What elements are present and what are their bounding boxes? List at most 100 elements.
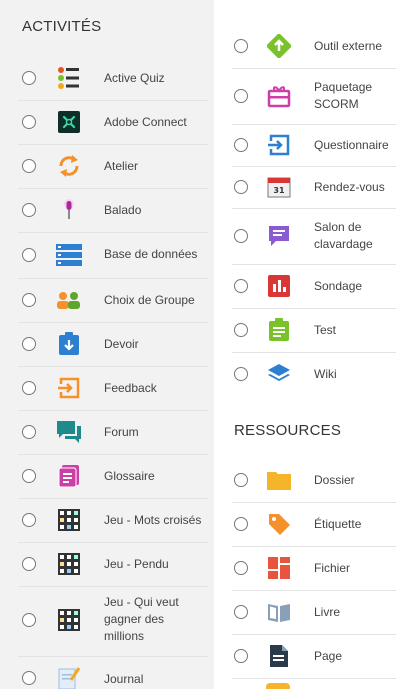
radio-button[interactable]: [234, 138, 248, 152]
radio-button[interactable]: [234, 39, 248, 53]
activity-label: Sondage: [314, 279, 363, 293]
journal-icon: [56, 665, 82, 689]
radio-button[interactable]: [22, 248, 36, 262]
jeu-icon: [56, 551, 82, 577]
activity-label: Paquetage SCORM: [314, 80, 373, 111]
devoir-icon: [56, 331, 82, 357]
radio-button[interactable]: [234, 605, 248, 619]
radio-button[interactable]: [234, 561, 248, 575]
resource-item-dossier[interactable]: Dossier: [214, 460, 396, 500]
dossier-icon: [266, 467, 292, 493]
activity-item-adobe-connect[interactable]: Adobe Connect: [0, 102, 208, 142]
base-de-donnees-icon: [56, 242, 82, 268]
radio-button[interactable]: [234, 473, 248, 487]
activity-label: Glossaire: [104, 469, 155, 483]
activity-item-atelier[interactable]: Atelier: [0, 146, 208, 186]
adobe-connect-icon: [56, 109, 82, 135]
radio-button[interactable]: [234, 649, 248, 663]
activity-item-devoir[interactable]: Devoir: [0, 324, 208, 364]
resource-item-etiquette[interactable]: Étiquette: [214, 504, 396, 544]
rendez-vous-icon: 31: [266, 174, 292, 200]
activity-item-journal[interactable]: Journal: [0, 660, 208, 689]
radio-button[interactable]: [22, 513, 36, 527]
activity-item-choix-de-groupe[interactable]: Choix de Groupe: [0, 280, 208, 320]
radio-button[interactable]: [22, 671, 36, 685]
radio-button[interactable]: [234, 89, 248, 103]
activity-label: Forum: [104, 425, 139, 439]
radio-button[interactable]: [234, 517, 248, 531]
resource-label: Dossier: [314, 473, 355, 487]
radio-button[interactable]: [22, 469, 36, 483]
radio-button[interactable]: [22, 203, 36, 217]
radio-button[interactable]: [22, 337, 36, 351]
activity-item-active-quiz[interactable]: Active Quiz: [0, 58, 208, 98]
radio-button[interactable]: [234, 367, 248, 381]
balado-icon: [56, 197, 82, 223]
wiki-icon: [266, 361, 292, 387]
activity-item-salon-de-clavardage[interactable]: Salon de clavardage: [214, 210, 396, 262]
resource-item-livre[interactable]: Livre: [214, 592, 396, 632]
activity-item-jeu-millions[interactable]: Jeu - Qui veut gagner des millions: [0, 588, 208, 652]
activity-label: Salon de clavardage: [314, 220, 373, 251]
activity-item-base-de-donnees[interactable]: Base de données: [0, 234, 208, 276]
activity-item-rendez-vous[interactable]: 31 Rendez-vous: [214, 168, 396, 206]
radio-button[interactable]: [22, 159, 36, 173]
choix-de-groupe-icon: [56, 287, 82, 313]
activity-label: Devoir: [104, 337, 139, 351]
forum-icon: [56, 419, 82, 445]
activity-item-paquetage-scorm[interactable]: Paquetage SCORM: [214, 70, 396, 122]
radio-button[interactable]: [22, 613, 36, 627]
activity-item-questionnaire[interactable]: Questionnaire: [214, 126, 396, 164]
activity-label: Balado: [104, 203, 142, 217]
atelier-icon: [56, 153, 82, 179]
radio-button[interactable]: [234, 229, 248, 243]
radio-button[interactable]: [22, 71, 36, 85]
resource-item-page[interactable]: Page: [214, 636, 396, 676]
activity-label: Outil externe: [314, 39, 383, 53]
activity-item-jeu-pendu[interactable]: Jeu - Pendu: [0, 544, 208, 584]
activity-item-feedback[interactable]: Feedback: [0, 368, 208, 408]
activity-label: Wiki: [314, 367, 337, 381]
activity-item-outil-externe[interactable]: Outil externe: [214, 26, 396, 66]
section-title-activites: ACTIVITÉS: [22, 18, 102, 35]
activity-label: Jeu - Mots croisés: [104, 513, 202, 527]
resource-label: Page: [314, 649, 343, 663]
radio-button[interactable]: [22, 381, 36, 395]
jeu-icon: [56, 607, 82, 633]
paquetage-scorm-icon: [266, 83, 292, 109]
activity-label: Choix de Groupe: [104, 293, 195, 307]
activity-item-wiki[interactable]: Wiki: [214, 354, 396, 394]
sondage-icon: [266, 273, 292, 299]
activites-panel: ACTIVITÉS Active Quiz Adobe Connect Atel…: [0, 0, 214, 689]
resource-item-fichier[interactable]: Fichier: [214, 548, 396, 588]
radio-button[interactable]: [22, 115, 36, 129]
feedback-icon: [56, 375, 82, 401]
calendar-day-text: 31: [273, 186, 285, 195]
resource-label: Étiquette: [314, 517, 362, 531]
activity-item-forum[interactable]: Forum: [0, 412, 208, 452]
radio-button[interactable]: [22, 557, 36, 571]
radio-button[interactable]: [234, 180, 248, 194]
radio-button[interactable]: [234, 279, 248, 293]
activity-label: Base de données: [104, 247, 198, 261]
questionnaire-icon: [266, 132, 292, 158]
activity-label: Jeu - Pendu: [104, 557, 169, 571]
glossaire-icon: [56, 463, 82, 489]
activity-label: Active Quiz: [104, 71, 165, 85]
activity-label: Questionnaire: [314, 138, 389, 152]
activity-label: Journal: [104, 672, 144, 686]
page-icon: [266, 643, 292, 669]
resource-label: Livre: [314, 605, 341, 619]
radio-button[interactable]: [22, 293, 36, 307]
activity-item-jeu-mots-croises[interactable]: Jeu - Mots croisés: [0, 500, 208, 540]
radio-button[interactable]: [22, 425, 36, 439]
activity-item-sondage[interactable]: Sondage: [214, 266, 396, 306]
salon-de-clavardage-icon: [266, 223, 292, 249]
activity-label: Feedback: [104, 381, 157, 395]
radio-button[interactable]: [234, 323, 248, 337]
activity-item-glossaire[interactable]: Glossaire: [0, 456, 208, 496]
activity-item-test[interactable]: Test: [214, 310, 396, 350]
livre-icon: [266, 599, 292, 625]
outil-externe-icon: [266, 33, 292, 59]
activity-item-balado[interactable]: Balado: [0, 190, 208, 230]
